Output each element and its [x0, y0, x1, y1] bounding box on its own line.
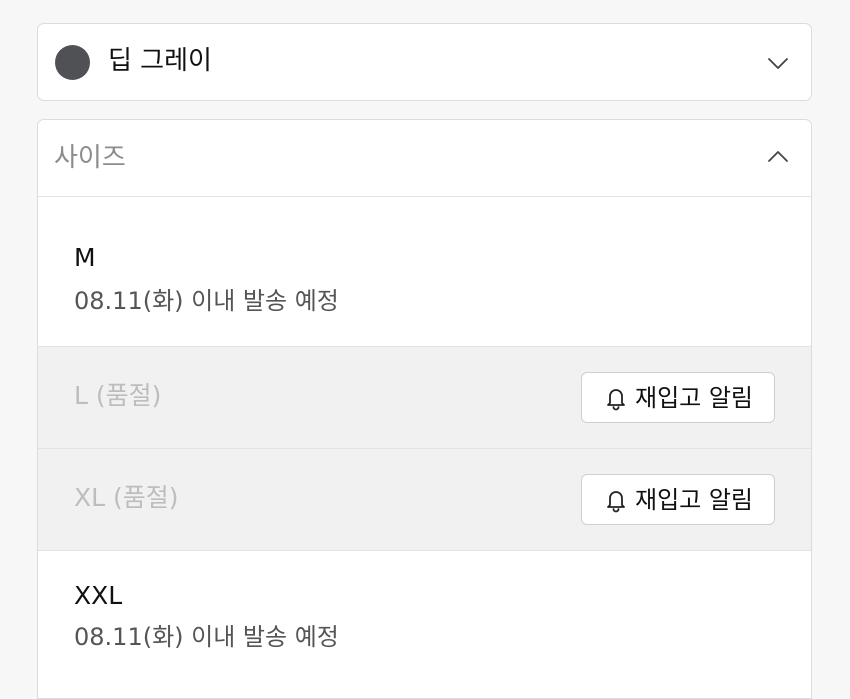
shipping-estimate: 08.11(화) 이내 발송 예정: [74, 287, 339, 315]
color-select[interactable]: 딥 그레이: [37, 23, 812, 101]
restock-alert-button[interactable]: 재입고 알림: [581, 372, 775, 423]
restock-alert-label: 재입고 알림: [634, 383, 754, 412]
size-option-xxl[interactable]: XXL 08.11(화) 이내 발송 예정: [38, 551, 811, 698]
size-option-l: L (품절) 재입고 알림: [38, 347, 811, 449]
size-select-header[interactable]: 사이즈: [38, 120, 811, 197]
size-option-m[interactable]: M 08.11(화) 이내 발송 예정: [38, 197, 811, 347]
size-option-name: M: [74, 243, 96, 272]
shipping-estimate: 08.11(화) 이내 발송 예정: [74, 623, 339, 651]
size-option-name: XL (품절): [74, 483, 179, 512]
restock-alert-label: 재입고 알림: [634, 485, 754, 514]
size-option-name: L (품절): [74, 381, 162, 410]
restock-alert-button[interactable]: 재입고 알림: [581, 474, 775, 525]
size-option-xl: XL (품절) 재입고 알림: [38, 449, 811, 551]
chevron-down-icon: [767, 52, 789, 74]
bell-icon: [603, 487, 629, 513]
option-panel: 딥 그레이 사이즈 M 08.11(화) 이내 발송 예정 L (품절) 재입고…: [0, 0, 850, 699]
size-option-name: XXL: [74, 581, 123, 610]
size-select-label: 사이즈: [54, 143, 126, 173]
bell-icon: [603, 385, 629, 411]
size-select: 사이즈 M 08.11(화) 이내 발송 예정 L (품절) 재입고 알림 XL…: [37, 119, 812, 699]
chevron-up-icon: [767, 146, 789, 168]
color-swatch: [55, 45, 90, 80]
color-selected-label: 딥 그레이: [108, 46, 212, 76]
